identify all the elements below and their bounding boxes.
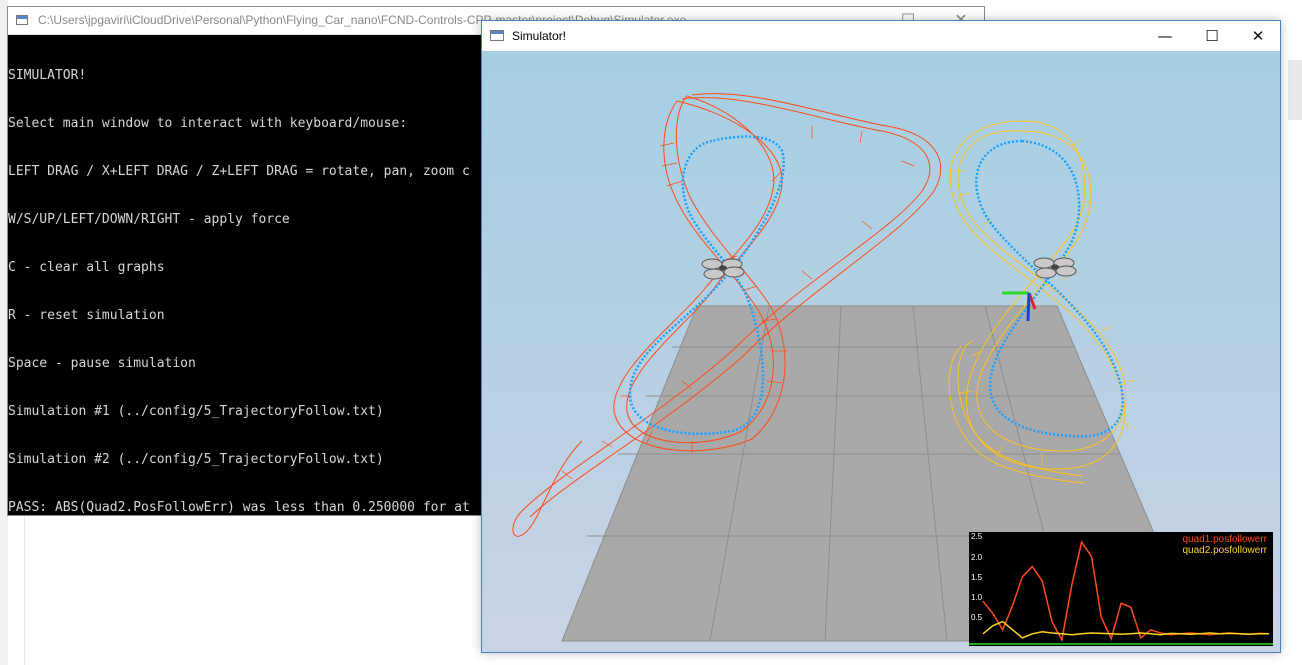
console-line: W/S/UP/LEFT/DOWN/RIGHT - apply force	[8, 212, 290, 227]
quad2-drone[interactable]	[1033, 257, 1077, 279]
console-line: LEFT DRAG / X+LEFT DRAG / Z+LEFT DRAG = …	[8, 164, 470, 179]
console-line: Space - pause simulation	[8, 356, 196, 371]
graph-ytick: 1.0	[971, 593, 983, 602]
console-line: C - clear all graphs	[8, 260, 165, 275]
simulator-app-icon	[490, 30, 504, 41]
console-line: SIMULATOR!	[8, 68, 87, 83]
graph-series-group	[982, 540, 1270, 643]
simulator-minimize-button[interactable]: —	[1142, 21, 1188, 51]
graph-legend: quad1.posfollowerr quad2.posfollowerr	[1183, 534, 1268, 556]
simulator-close-button[interactable]: ✕	[1235, 21, 1281, 51]
graph-ytick: 2.0	[971, 553, 983, 562]
quad1-drone[interactable]	[701, 258, 745, 280]
simulation-viewport[interactable]: 2.5 2.0 1.5 1.0 0.5 quad1.posfollowerr q…	[482, 51, 1280, 652]
background-scroll-region	[1288, 60, 1302, 120]
simulator-titlebar[interactable]: Simulator! — ☐ ✕	[482, 21, 1280, 51]
graph-line-2	[982, 620, 1269, 639]
graph-ytick: 1.5	[971, 573, 983, 582]
console-line: R - reset simulation	[8, 308, 165, 323]
error-graph[interactable]: 2.5 2.0 1.5 1.0 0.5 quad1.posfollowerr q…	[969, 532, 1273, 646]
console-line: Simulation #1 (../config/5_TrajectoryFol…	[8, 404, 384, 419]
simulator-maximize-button[interactable]: ☐	[1189, 21, 1235, 51]
console-output[interactable]: SIMULATOR! Select main window to interac…	[8, 36, 480, 515]
simulator-title: Simulator!	[512, 29, 567, 43]
console-line: Simulation #2 (../config/5_TrajectoryFol…	[8, 452, 384, 467]
graph-line-1	[982, 540, 1270, 643]
legend-quad1[interactable]: quad1.posfollowerr	[1183, 534, 1268, 545]
graph-ytick: 2.5	[971, 532, 983, 541]
legend-quad2[interactable]: quad2.posfollowerr	[1183, 545, 1268, 556]
background-panel	[24, 515, 485, 665]
console-line: PASS: ABS(Quad2.PosFollowErr) was less t…	[8, 500, 470, 515]
console-app-icon	[16, 15, 28, 25]
simulator-window[interactable]: Simulator! — ☐ ✕ 2.5 2.0 1.5 1.0 0.5 qua…	[481, 20, 1281, 653]
graph-ytick: 0.5	[971, 613, 983, 622]
console-line: Select main window to interact with keyb…	[8, 116, 408, 131]
